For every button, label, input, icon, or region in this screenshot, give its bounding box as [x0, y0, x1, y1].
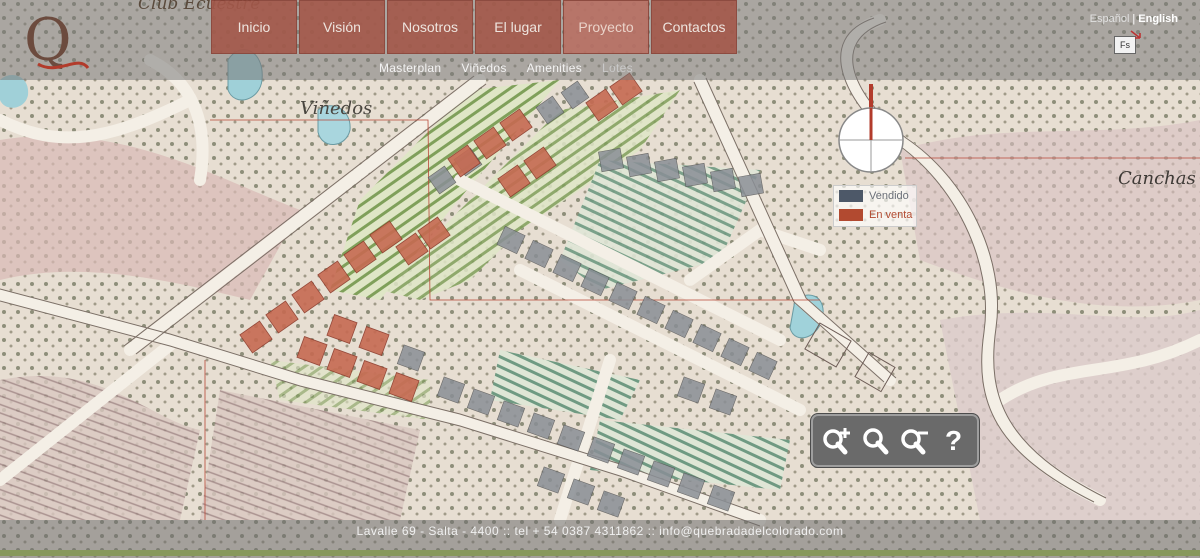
footer-contact: Lavalle 69 - Salta - 4400 :: tel + 54 03…: [356, 524, 844, 538]
lang-spanish[interactable]: Español: [1090, 13, 1130, 25]
legend-for-sale-label: En venta: [869, 208, 913, 221]
map-legend: Vendido En venta: [833, 185, 917, 227]
lang-english[interactable]: English: [1138, 13, 1178, 25]
expand-arrow-icon: [1130, 30, 1141, 39]
magnifier-icon: [862, 427, 888, 454]
legend-sold: Vendido: [834, 186, 916, 205]
legend-for-sale: En venta: [834, 205, 916, 224]
nav-item-proyecto[interactable]: Proyecto: [563, 0, 649, 54]
nav-item-visión[interactable]: Visión: [299, 0, 385, 54]
nav-item-nosotros[interactable]: Nosotros: [387, 0, 473, 54]
zoom-out-icon: [900, 428, 928, 454]
subnav-item-lotes[interactable]: Lotes: [602, 61, 633, 75]
help-icon: ?: [944, 424, 963, 456]
help-button[interactable]: ?: [937, 424, 971, 458]
language-switcher: Español | English: [1090, 13, 1178, 25]
footer: Lavalle 69 - Salta - 4400 :: tel + 54 03…: [0, 520, 1200, 558]
nav-item-el-lugar[interactable]: El lugar: [475, 0, 561, 54]
site-map[interactable]: Viñedos Canchas: [0, 0, 1200, 558]
logo[interactable]: Q: [18, 4, 178, 76]
zoom-out-button[interactable]: [898, 424, 932, 458]
subnav-item-viñedos[interactable]: Viñedos: [461, 61, 506, 75]
legend-for-sale-swatch: [839, 208, 863, 221]
top-header: Q Club Ecuestre Inicio Visión Nosotros El l…: [0, 0, 1200, 80]
subnav-item-masterplan[interactable]: Masterplan: [379, 61, 441, 75]
legend-sold-label: Vendido: [869, 189, 909, 202]
legend-sold-swatch: [839, 189, 863, 202]
zoom-in-icon: [822, 427, 850, 454]
footer-divider: [0, 550, 1200, 556]
subnav-item-amenities[interactable]: Amenities: [527, 61, 582, 75]
logo-letter: Q: [24, 6, 72, 74]
zoom-in-button[interactable]: [820, 424, 854, 458]
sub-nav: Masterplan Viñedos Amenities Lotes: [379, 61, 633, 75]
nav-item-contactos[interactable]: Contactos: [651, 0, 737, 54]
main-nav: Inicio Visión Nosotros El lugar Proyecto Cont…: [211, 0, 737, 54]
lang-separator: |: [1132, 13, 1136, 25]
compass-icon: [838, 84, 904, 173]
zoom-reset-button[interactable]: [859, 424, 893, 458]
vinedos-map-label: Viñedos: [300, 98, 372, 119]
zoom-toolbar: ?: [810, 413, 980, 468]
canchas-map-label: Canchas: [1118, 168, 1196, 189]
nav-item-inicio[interactable]: Inicio: [211, 0, 297, 54]
